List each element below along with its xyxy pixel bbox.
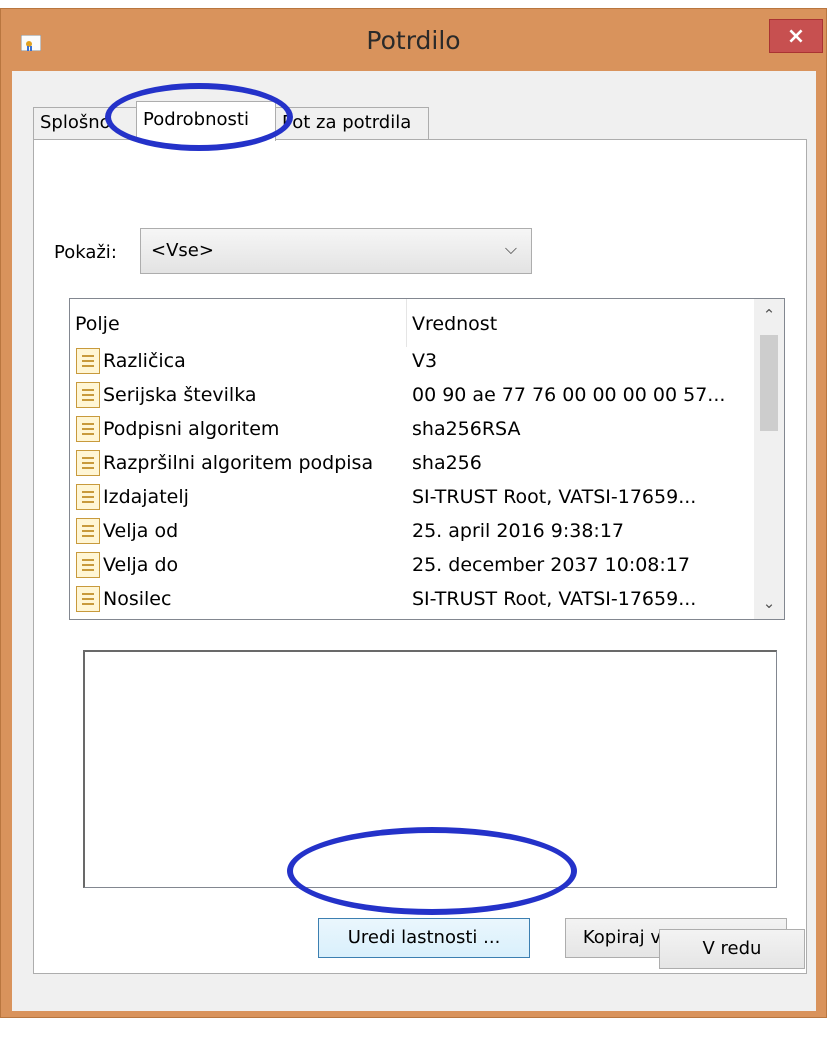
field-document-icon [76, 348, 100, 374]
edit-properties-button[interactable]: Uredi lastnosti ... [318, 918, 530, 958]
scroll-down-icon[interactable]: ⌄ [754, 589, 784, 619]
tab-certification-path[interactable]: Pot za potrdila [275, 107, 429, 139]
list-item[interactable]: Podpisni algoritem sha256RSA [70, 413, 754, 447]
row-field-value: 25. april 2016 9:38:17 [412, 520, 625, 542]
details-tab-panel: Pokaži: <Vse> ⌵ Polje Vrednost Različica… [33, 139, 807, 974]
row-field-name: Različica [103, 350, 186, 372]
column-header-field[interactable]: Polje [75, 313, 120, 335]
row-field-name: Izdajatelj [103, 486, 189, 508]
tab-general[interactable]: Splošno [33, 107, 137, 139]
field-document-icon [76, 484, 100, 510]
list-item[interactable]: Različica V3 [70, 345, 754, 379]
vertical-scrollbar[interactable]: ⌃ ⌄ [754, 299, 784, 619]
title-bar[interactable]: Potrdilo × [1, 9, 826, 71]
show-label: Pokaži: [54, 242, 117, 263]
show-dropdown[interactable]: <Vse> ⌵ [140, 228, 532, 274]
list-item[interactable]: Velja do 25. december 2037 10:08:17 [70, 549, 754, 583]
row-field-name: Nosilec [103, 588, 172, 610]
tab-details[interactable]: Podrobnosti [136, 101, 276, 141]
row-field-value: sha256RSA [412, 418, 521, 440]
field-details-box[interactable] [83, 650, 777, 888]
scrollbar-thumb[interactable] [760, 335, 778, 431]
row-field-name: Velja od [103, 520, 179, 542]
row-field-value: SI-TRUST Root, VATSI-17659... [412, 588, 697, 610]
scroll-up-icon[interactable]: ⌃ [754, 299, 784, 329]
row-field-name: Serijska številka [103, 384, 257, 406]
close-icon: × [786, 24, 806, 49]
dialog-client-area: Splošno Podrobnosti Pot za potrdila Poka… [12, 71, 816, 1011]
field-document-icon [76, 586, 100, 612]
close-button[interactable]: × [769, 19, 823, 53]
field-document-icon [76, 416, 100, 442]
field-document-icon [76, 382, 100, 408]
column-divider[interactable] [406, 299, 407, 347]
row-field-value: SI-TRUST Root, VATSI-17659... [412, 486, 697, 508]
show-dropdown-value: <Vse> [151, 240, 214, 261]
chevron-down-icon: ⌵ [504, 239, 517, 258]
row-field-value: V3 [412, 350, 438, 372]
list-header: Polje Vrednost [70, 299, 754, 347]
ok-button[interactable]: V redu [659, 929, 805, 969]
field-document-icon [76, 450, 100, 476]
column-header-value[interactable]: Vrednost [412, 313, 497, 335]
row-field-name: Velja do [103, 554, 179, 576]
row-field-value: 00 90 ae 77 76 00 00 00 00 57... [412, 384, 726, 406]
row-field-name: Razpršilni algoritem podpisa [103, 452, 374, 474]
certificate-window: Potrdilo × Splošno Podrobnosti Pot za po… [0, 8, 827, 1018]
list-item[interactable]: Razpršilni algoritem podpisa sha256 [70, 447, 754, 481]
list-item[interactable]: Velja od 25. april 2016 9:38:17 [70, 515, 754, 549]
fields-list[interactable]: Polje Vrednost Različica V3 Serijska števi… [69, 298, 785, 620]
row-field-value: 25. december 2037 10:08:17 [412, 554, 690, 576]
field-document-icon [76, 518, 100, 544]
list-item[interactable]: Serijska številka 00 90 ae 77 76 00 00 00… [70, 379, 754, 413]
row-field-value: sha256 [412, 452, 482, 474]
list-item[interactable]: Nosilec SI-TRUST Root, VATSI-17659... [70, 583, 754, 617]
window-title: Potrdilo [366, 26, 461, 55]
row-field-name: Podpisni algoritem [103, 418, 280, 440]
field-document-icon [76, 552, 100, 578]
list-item[interactable]: Izdajatelj SI-TRUST Root, VATSI-17659... [70, 481, 754, 515]
